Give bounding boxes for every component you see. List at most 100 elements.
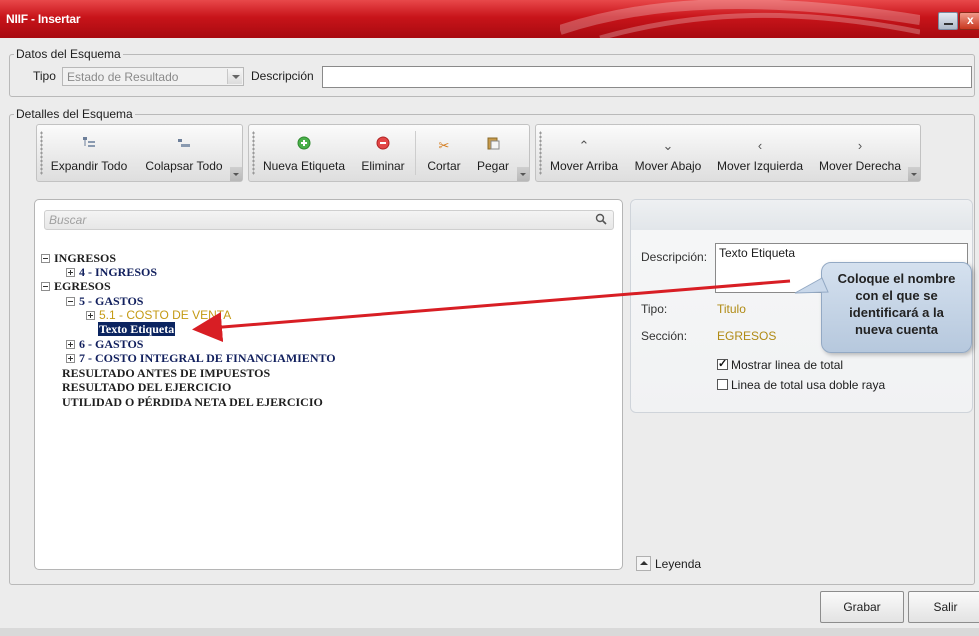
checkbox-checked-icon[interactable] bbox=[717, 357, 728, 370]
collapse-icon[interactable] bbox=[41, 282, 50, 291]
exit-button[interactable]: Salir bbox=[908, 591, 979, 623]
tipo-select-value: Estado de Resultado bbox=[67, 70, 179, 84]
new-label-label: Nueva Etiqueta bbox=[262, 159, 346, 173]
expand-icon[interactable] bbox=[66, 354, 75, 363]
search-input[interactable]: Buscar bbox=[44, 210, 614, 230]
collapse-icon[interactable] bbox=[66, 297, 75, 306]
close-button[interactable] bbox=[959, 12, 979, 30]
show-total-label: Mostrar linea de total bbox=[731, 358, 844, 372]
tipo-label: Tipo bbox=[33, 69, 56, 83]
collapse-tree-icon bbox=[141, 133, 227, 159]
schema-data-legend: Datos del Esquema bbox=[16, 47, 121, 61]
paste-button[interactable]: Pegar bbox=[471, 125, 515, 181]
cut-button[interactable]: ✂ Cortar bbox=[421, 125, 467, 181]
expand-all-button[interactable]: Expandir Todo bbox=[49, 125, 129, 181]
chevron-right-icon: › bbox=[857, 138, 863, 153]
delete-label: Eliminar bbox=[361, 159, 405, 173]
prop-descripcion-label: Descripción: bbox=[641, 250, 708, 264]
show-total-checkbox[interactable]: Mostrar linea de total bbox=[717, 357, 844, 372]
tree-node-label-selected: Texto Etiqueta bbox=[98, 322, 176, 336]
toolbar-grip bbox=[40, 131, 43, 175]
tree-node-label: 7 - COSTO INTEGRAL DE FINANCIAMIENTO bbox=[79, 351, 336, 365]
tipo-select[interactable]: Estado de Resultado bbox=[62, 67, 244, 86]
chevron-up-icon[interactable] bbox=[636, 556, 651, 571]
clipboard-icon bbox=[471, 133, 515, 159]
move-down-button[interactable]: ⌄ Mover Abajo bbox=[630, 125, 706, 181]
tree-node-costo-integral[interactable]: 7 - COSTO INTEGRAL DE FINANCIAMIENTO bbox=[66, 352, 336, 365]
tree-node-label: RESULTADO ANTES DE IMPUESTOS bbox=[62, 366, 271, 380]
tree-node-label: 6 - GASTOS bbox=[79, 337, 144, 351]
callout-line-2: con el que se bbox=[855, 288, 938, 303]
toolbar-grip bbox=[539, 131, 542, 175]
toolbar-overflow-button[interactable] bbox=[517, 167, 529, 181]
tree-node-resultado-antes[interactable]: RESULTADO ANTES DE IMPUESTOS bbox=[62, 367, 270, 380]
callout-line-3: identificará a la bbox=[849, 305, 944, 320]
tree-node-label: EGRESOS bbox=[54, 279, 111, 293]
legend-toggle[interactable]: Leyenda bbox=[636, 556, 701, 571]
tree-node-label: 5.1 - COSTO DE VENTA bbox=[99, 308, 232, 322]
status-bar bbox=[0, 628, 979, 636]
move-up-button[interactable]: ⌃ Mover Arriba bbox=[546, 125, 622, 181]
move-left-button[interactable]: ‹ Mover Izquierda bbox=[714, 125, 806, 181]
delete-button[interactable]: Eliminar bbox=[357, 125, 409, 181]
collapse-icon[interactable] bbox=[41, 254, 50, 263]
move-down-label: Mover Abajo bbox=[634, 159, 702, 173]
callout-line-1: Coloque el nombre bbox=[837, 271, 956, 286]
expand-tree-icon bbox=[49, 133, 129, 159]
tree-node-texto-etiqueta[interactable]: Texto Etiqueta bbox=[98, 322, 176, 336]
double-line-checkbox[interactable]: Linea de total usa doble raya bbox=[717, 378, 885, 392]
plus-circle-icon bbox=[259, 133, 349, 159]
move-right-label: Mover Derecha bbox=[818, 159, 902, 173]
prop-tipo-value: Titulo bbox=[717, 302, 746, 316]
save-button[interactable]: Grabar bbox=[820, 591, 904, 623]
descripcion-input[interactable] bbox=[322, 66, 972, 88]
tree-node-label: UTILIDAD O PÉRDIDA NETA DEL EJERCICIO bbox=[62, 395, 323, 409]
tree-node-costo-venta[interactable]: 5.1 - COSTO DE VENTA bbox=[86, 309, 231, 322]
chevron-up-icon: ⌃ bbox=[578, 138, 590, 153]
toolbar-overflow-button[interactable] bbox=[908, 167, 920, 181]
expand-all-label: Expandir Todo bbox=[50, 159, 128, 173]
toolbar-overflow-button[interactable] bbox=[230, 167, 242, 181]
descripcion-label: Descripción bbox=[251, 69, 314, 83]
toolbar-view-group: Expandir Todo Colapsar Todo bbox=[36, 124, 243, 182]
search-icon[interactable] bbox=[595, 213, 607, 225]
collapse-all-button[interactable]: Colapsar Todo bbox=[141, 125, 227, 181]
expand-icon[interactable] bbox=[86, 311, 95, 320]
window-title: NIIF - Insertar bbox=[6, 12, 81, 26]
paste-label: Pegar bbox=[476, 159, 510, 173]
toolbar-edit-group: Nueva Etiqueta Eliminar ✂ Cortar Pegar bbox=[248, 124, 530, 182]
title-bar: NIIF - Insertar bbox=[0, 0, 979, 38]
cut-label: Cortar bbox=[427, 159, 461, 173]
tree-node-label: 5 - GASTOS bbox=[79, 294, 144, 308]
chevron-down-icon: ⌄ bbox=[662, 138, 674, 153]
scissors-icon: ✂ bbox=[438, 138, 450, 153]
tree-node-gastos-5[interactable]: 5 - GASTOS bbox=[66, 295, 143, 308]
chevron-down-icon[interactable] bbox=[227, 69, 242, 84]
toolbar-move-group: ⌃ Mover Arriba ⌄ Mover Abajo ‹ Mover Izq… bbox=[535, 124, 921, 182]
tree-node-gastos-6[interactable]: 6 - GASTOS bbox=[66, 338, 143, 351]
tree-node-ingresos-4[interactable]: 4 - INGRESOS bbox=[66, 266, 157, 279]
callout-line-4: nueva cuenta bbox=[854, 322, 939, 337]
new-label-button[interactable]: Nueva Etiqueta bbox=[259, 125, 349, 181]
checkbox-icon[interactable] bbox=[717, 379, 728, 390]
move-left-label: Mover Izquierda bbox=[716, 159, 804, 173]
tree-node-resultado-ejercicio[interactable]: RESULTADO DEL EJERCICIO bbox=[62, 381, 231, 394]
tree-node-label: RESULTADO DEL EJERCICIO bbox=[62, 380, 232, 394]
properties-header bbox=[631, 200, 972, 230]
help-callout: Coloque el nombre con el que se identifi… bbox=[821, 262, 972, 353]
tree-node-utilidad[interactable]: UTILIDAD O PÉRDIDA NETA DEL EJERCICIO bbox=[62, 396, 323, 409]
prop-seccion-label: Sección: bbox=[641, 329, 688, 343]
search-placeholder: Buscar bbox=[49, 213, 87, 227]
minus-circle-icon bbox=[357, 133, 409, 159]
tree-node-ingresos[interactable]: INGRESOS bbox=[41, 252, 116, 265]
minimize-button[interactable] bbox=[938, 12, 958, 30]
expand-icon[interactable] bbox=[66, 340, 75, 349]
move-right-button[interactable]: › Mover Derecha bbox=[816, 125, 904, 181]
toolbar-grip bbox=[252, 131, 255, 175]
tree-node-egresos[interactable]: EGRESOS bbox=[41, 280, 111, 293]
expand-icon[interactable] bbox=[66, 268, 75, 277]
collapse-all-label: Colapsar Todo bbox=[145, 159, 223, 173]
legend-label: Leyenda bbox=[655, 557, 702, 571]
toolbar-separator bbox=[415, 131, 416, 175]
move-up-label: Mover Arriba bbox=[549, 159, 619, 173]
